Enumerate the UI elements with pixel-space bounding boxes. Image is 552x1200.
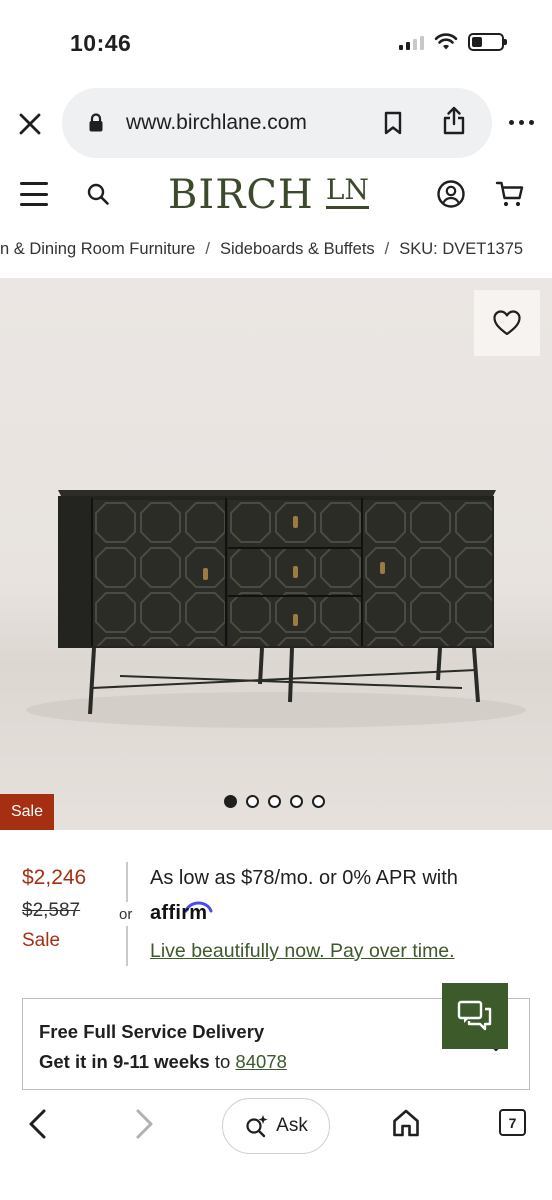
site-logo[interactable]: BIRCH LN — [168, 172, 369, 218]
lock-icon — [89, 113, 103, 132]
status-time: 10:46 — [70, 30, 132, 56]
battery-icon — [468, 33, 507, 51]
browser-url-bar: www.birchlane.com — [0, 88, 552, 160]
browser-bottom-toolbar: Ask 7 — [0, 1092, 552, 1200]
chat-icon — [457, 1000, 492, 1031]
sale-tag: Sale — [0, 794, 54, 830]
site-header: BIRCH LN — [0, 162, 552, 228]
breadcrumb-item-sku: SKU: DVET1375 — [399, 240, 524, 258]
logo-ln-text: LN — [325, 176, 369, 209]
account-icon[interactable] — [436, 179, 466, 209]
original-price: $2,587 — [22, 900, 81, 921]
affirm-finance-link[interactable]: Live beautifully now. Pay over time. — [150, 940, 455, 963]
delivery-eta-weeks: Get it in 9-11 weeks — [39, 1051, 210, 1072]
product-photo-sideboard — [26, 490, 526, 728]
current-price: $2,246 — [22, 866, 87, 889]
breadcrumb-item-sideboards[interactable]: Sideboards & Buffets — [220, 240, 375, 259]
signal-icon — [399, 34, 424, 50]
divider — [126, 862, 128, 902]
hamburger-icon[interactable] — [20, 182, 48, 206]
status-bar: 10:46 — [0, 0, 552, 88]
cart-icon[interactable] — [495, 179, 525, 209]
share-icon[interactable] — [442, 106, 466, 136]
favorite-button[interactable] — [474, 290, 540, 356]
ask-label: Ask — [276, 1115, 308, 1136]
carousel-dot-5[interactable] — [312, 795, 325, 808]
more-icon[interactable] — [509, 120, 534, 125]
breadcrumb-separator: / — [205, 240, 210, 258]
finance-text: As low as $78/mo. or 0% APR with — [150, 867, 458, 889]
chevron-right-icon[interactable] — [132, 1108, 156, 1140]
breadcrumb-separator: / — [384, 240, 390, 258]
affirm-logo: affirm — [150, 902, 208, 924]
status-icons — [399, 33, 507, 51]
delivery-eta-to: to — [214, 1051, 231, 1072]
bookmark-icon[interactable] — [382, 110, 404, 136]
sparkle-search-icon — [246, 1115, 268, 1138]
carousel-dot-4[interactable] — [290, 795, 303, 808]
close-icon[interactable] — [14, 108, 46, 140]
url-field[interactable]: www.birchlane.com — [62, 88, 492, 158]
chat-button[interactable] — [442, 983, 508, 1049]
carousel-dots — [224, 795, 325, 808]
delivery-eta: Get it in 9-11 weeks to 84078 — [39, 1051, 287, 1073]
zip-code-link[interactable]: 84078 — [235, 1051, 286, 1072]
divider — [126, 926, 128, 966]
tabs-icon[interactable]: 7 — [499, 1109, 526, 1136]
wifi-icon — [434, 33, 458, 50]
price-section: $2,246 $2,587 Sale or As low as $78/mo. … — [0, 860, 552, 970]
logo-main-text: BIRCH — [168, 172, 314, 218]
carousel-dot-2[interactable] — [246, 795, 259, 808]
search-icon[interactable] — [86, 182, 110, 206]
chevron-left-icon[interactable] — [26, 1108, 50, 1140]
ask-button[interactable]: Ask — [222, 1098, 330, 1154]
or-text: or — [119, 906, 133, 923]
breadcrumb-item-dining-room[interactable]: n & Dining Room Furniture — [0, 240, 195, 259]
product-image-carousel[interactable]: Sale — [0, 278, 552, 830]
sale-label: Sale — [22, 930, 61, 951]
url-text: www.birchlane.com — [126, 111, 307, 134]
delivery-title: Free Full Service Delivery — [39, 1021, 265, 1042]
carousel-dot-1[interactable] — [224, 795, 237, 808]
breadcrumb: n & Dining Room Furniture / Sideboards &… — [0, 240, 552, 262]
home-icon[interactable] — [391, 1108, 421, 1138]
heart-icon — [493, 310, 521, 336]
carousel-dot-3[interactable] — [268, 795, 281, 808]
